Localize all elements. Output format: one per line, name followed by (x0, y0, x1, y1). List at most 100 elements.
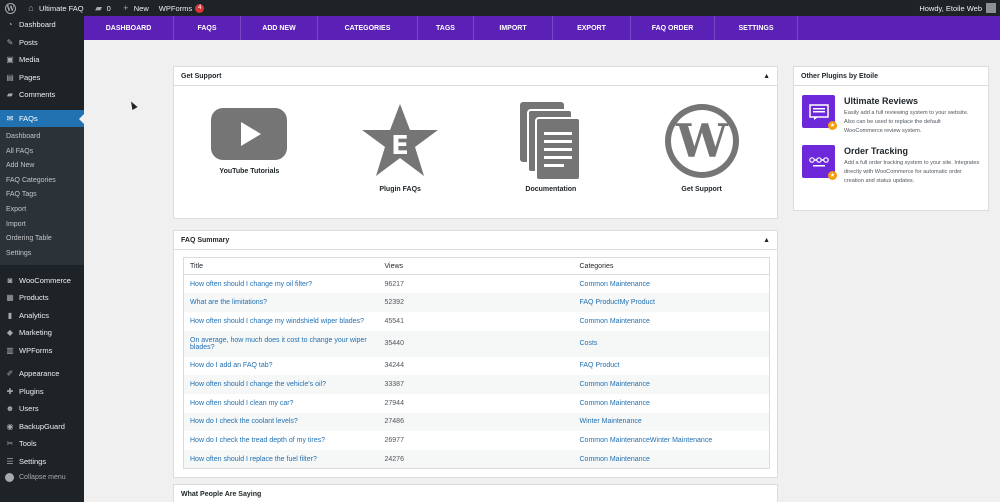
sidebar-item-settings[interactable]: ☰ Settings (0, 452, 84, 470)
tab-export[interactable]: EXPORT (553, 16, 631, 40)
submenu-item-ordering-table[interactable]: Ordering Table (0, 232, 84, 247)
sidebar-item-comments[interactable]: ▰ Comments (0, 86, 84, 104)
plugin-card-ultimate-reviews[interactable]: ★ Ultimate Reviews Easily add a full rev… (794, 95, 988, 136)
support-faqs-link[interactable]: E Plugin FAQs (330, 102, 470, 193)
sidebar-item-plugins[interactable]: ✚ Plugins (0, 382, 84, 400)
sidebar-item-label: Analytics (19, 310, 50, 320)
sidebar-item-posts[interactable]: ✎ Posts (0, 34, 84, 52)
comments-link[interactable]: ▰ 0 (89, 0, 116, 16)
tab-dashboard[interactable]: DASHBOARD (84, 16, 174, 40)
sidebar-item-pages[interactable]: ▤ Pages (0, 69, 84, 87)
site-name: Ultimate FAQ (39, 3, 84, 13)
sidebar-item-appearance[interactable]: ✐ Appearance (0, 365, 84, 383)
sidebar-item-wpforms[interactable]: ▥ WPForms (0, 341, 84, 359)
tab-faqs[interactable]: FAQS (174, 16, 241, 40)
submenu-item-dashboard[interactable]: Dashboard (0, 130, 84, 145)
faq-views: 24276 (384, 455, 404, 463)
get-support-panel: Get Support ▲ YouTube Tutorials E Plugin… (173, 66, 778, 219)
faq-title-link[interactable]: How do I check the coolant levels? (184, 413, 379, 432)
sidebar-item-users[interactable]: ☻ Users (0, 400, 84, 418)
faq-title-link[interactable]: What are the limitations? (184, 293, 379, 312)
wpforms-link[interactable]: WPForms 4 (154, 0, 210, 16)
faq-categories-link[interactable]: Common Maintenance (574, 375, 770, 394)
sidebar-item-faqs[interactable]: ✉ FAQs (0, 109, 84, 127)
table-row: How do I check the coolant levels? 27486 W… (183, 412, 770, 432)
submenu-item-add-new[interactable]: Add New (0, 159, 84, 174)
sidebar-item-backupguard[interactable]: ◉ BackupGuard (0, 417, 84, 435)
collapse-menu-button[interactable]: Collapse menu (0, 470, 84, 486)
collapse-toggle-icon[interactable]: ▲ (763, 237, 770, 244)
faq-title-link[interactable]: How often should I change the vehicle's … (184, 375, 379, 394)
page-icon: ▤ (6, 72, 14, 82)
sidebar-item-label: Plugins (19, 386, 44, 396)
faq-categories-link[interactable]: Costs (574, 331, 770, 357)
sidebar-item-label: Tools (19, 439, 37, 449)
faq-title-link[interactable]: How do I check the tread depth of my tir… (184, 431, 379, 450)
woocommerce-icon: ◙ (7, 275, 13, 285)
faq-title-link[interactable]: How often should I replace the fuel filt… (184, 450, 379, 469)
faq-categories-link[interactable]: Common Maintenance (574, 275, 770, 294)
new-label: New (133, 3, 149, 13)
submenu-item-export[interactable]: Export (0, 203, 84, 218)
sidebar-item-marketing[interactable]: ◆ Marketing (0, 324, 84, 342)
faq-categories-link[interactable]: Common MaintenanceWinter Maintenance (574, 431, 770, 450)
faq-categories-link[interactable]: FAQ Product (574, 357, 770, 376)
faq-title-link[interactable]: How often should I change my windshield … (184, 312, 379, 331)
backup-icon: ◉ (6, 421, 14, 431)
faq-title-link[interactable]: On average, how much does it cost to cha… (184, 331, 379, 357)
submenu-item-all-faqs[interactable]: All FAQs (0, 145, 84, 160)
support-item-label: Get Support (681, 186, 722, 193)
submenu-item-faq-tags[interactable]: FAQ Tags (0, 188, 84, 203)
support-item-label: Documentation (525, 186, 577, 193)
faq-categories-link[interactable]: Common Maintenance (574, 394, 770, 413)
tab-tags[interactable]: TAGS (418, 16, 474, 40)
admin-bar: W ⌂ Ultimate FAQ ▰ 0 + New WPForms 4 How… (0, 0, 1000, 16)
table-row: How often should I replace the fuel filt… (183, 450, 770, 469)
wp-logo-menu[interactable]: W (0, 0, 21, 16)
plugin-description: Add a full order tracking system to your… (844, 160, 980, 184)
faq-title-link[interactable]: How often should I change my oil filter? (184, 275, 379, 294)
faq-categories-link[interactable]: FAQ ProductMy Product (574, 293, 770, 312)
sidebar-item-media[interactable]: ▣ Media (0, 51, 84, 69)
sidebar-item-dashboard[interactable]: ◔ Dashboard (0, 16, 84, 34)
faq-title-link[interactable]: How often should I clean my car? (184, 394, 379, 413)
sidebar-item-label: Dashboard (19, 20, 56, 30)
sidebar-item-products[interactable]: ▦ Products (0, 289, 84, 307)
site-name-link[interactable]: ⌂ Ultimate FAQ (21, 0, 89, 16)
faq-categories-link[interactable]: Winter Maintenance (574, 413, 770, 432)
star-badge-icon: ★ (828, 171, 837, 180)
submenu-item-faq-categories[interactable]: FAQ Categories (0, 174, 84, 189)
sidebar-item-label: Products (19, 293, 49, 303)
tab-categories[interactable]: CATEGORIES (318, 16, 418, 40)
documentation-icon (519, 102, 581, 180)
sidebar-item-woocommerce[interactable]: ◙ WooCommerce (0, 271, 84, 289)
support-youtube-link[interactable]: YouTube Tutorials (179, 102, 319, 193)
support-get-support-link[interactable]: W Get Support (632, 102, 772, 193)
support-documentation-link[interactable]: Documentation (481, 102, 621, 193)
comments-count: 0 (106, 3, 111, 13)
panel-header: FAQ Summary ▲ (174, 231, 777, 250)
faq-categories-link[interactable]: Common Maintenance (574, 450, 770, 469)
column-header-views: Views (378, 257, 574, 275)
sidebar-item-analytics[interactable]: ▮ Analytics (0, 306, 84, 324)
plugin-description: Easily add a full reviewing system to yo… (844, 110, 969, 134)
tab-settings[interactable]: SETTINGS (715, 16, 798, 40)
faq-categories-link[interactable]: Common Maintenance (574, 312, 770, 331)
faq-views: 26977 (384, 437, 404, 445)
plugin-card-order-tracking[interactable]: ★ Order Tracking Add a full order tracki… (794, 145, 988, 186)
tab-faq-order[interactable]: FAQ ORDER (631, 16, 715, 40)
media-icon: ▣ (6, 55, 14, 65)
sidebar-item-label: Users (19, 404, 39, 414)
collapse-toggle-icon[interactable]: ▲ (763, 73, 770, 80)
tab-import[interactable]: IMPORT (474, 16, 553, 40)
new-content-link[interactable]: + New (116, 0, 154, 16)
faq-title-link[interactable]: How do I add an FAQ tab? (184, 357, 379, 376)
submenu-item-settings[interactable]: Settings (0, 247, 84, 262)
panel-header: What People Are Saying (174, 485, 777, 502)
sidebar-item-label: WooCommerce (19, 275, 71, 285)
account-menu[interactable]: Howdy, Etoile Web (914, 0, 1000, 16)
sidebar-item-label: Marketing (19, 328, 52, 338)
submenu-item-import[interactable]: Import (0, 218, 84, 233)
sidebar-item-tools[interactable]: ✂ Tools (0, 435, 84, 453)
tab-add-new[interactable]: ADD NEW (241, 16, 318, 40)
